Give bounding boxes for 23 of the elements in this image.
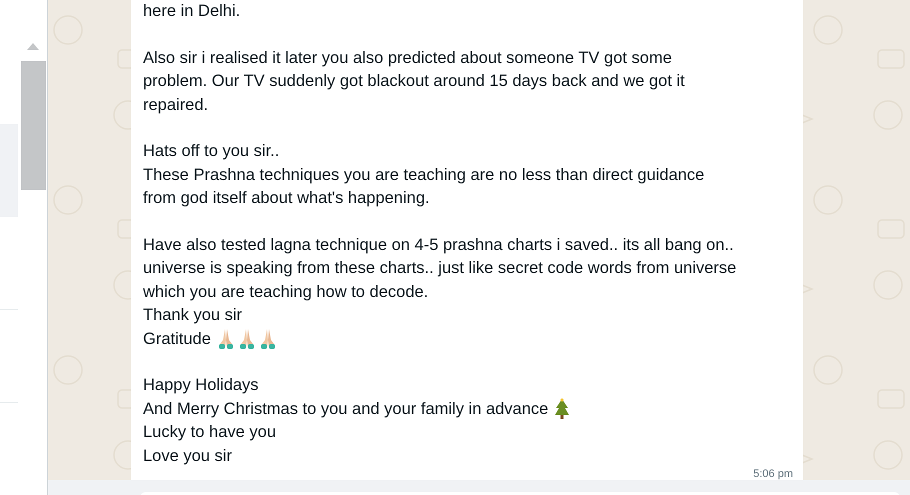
praying-hands-icon (216, 328, 235, 350)
christmas-tree-icon (554, 398, 570, 420)
message-line: here in Delhi. (143, 1, 240, 22)
message-line: which you are teaching how to decode. (143, 282, 428, 303)
message-line: Hats off to you sir.. (143, 141, 280, 162)
message-line: These Prashna techniques you are teaching are no less than direct guidance (143, 164, 704, 186)
scrollbar-thumb[interactable] (21, 61, 46, 190)
message-line: Love you sir (143, 446, 232, 467)
message-time: 5:06 pm (753, 468, 793, 480)
message-line: Have also tested lagna technique on 4-5 prashna charts i saved.. its all bang on.. (143, 234, 734, 256)
message-line: repaired. (143, 94, 208, 116)
message-line: Happy Holidays (143, 375, 259, 396)
message-line: from god itself about what's happening. (143, 188, 430, 210)
message-line: And Merry Christmas to you and your family in advance (143, 398, 548, 420)
message-line: Gratitude (143, 328, 211, 350)
message-line: Also sir i realised it later you also predicted about someone TV got some (143, 48, 672, 69)
message-line: universe is speaking from these charts.. just like secret code words from universe (143, 258, 736, 280)
praying-hands-icon (258, 328, 277, 350)
scroll-up-arrow-icon[interactable] (27, 43, 39, 50)
message-line: Lucky to have you (143, 422, 276, 444)
message-line: Thank you sir (143, 305, 242, 326)
message-line: problem. Our TV suddenly got blackout around 15 days back and we got it (143, 71, 685, 92)
praying-hands-icon (238, 328, 256, 350)
